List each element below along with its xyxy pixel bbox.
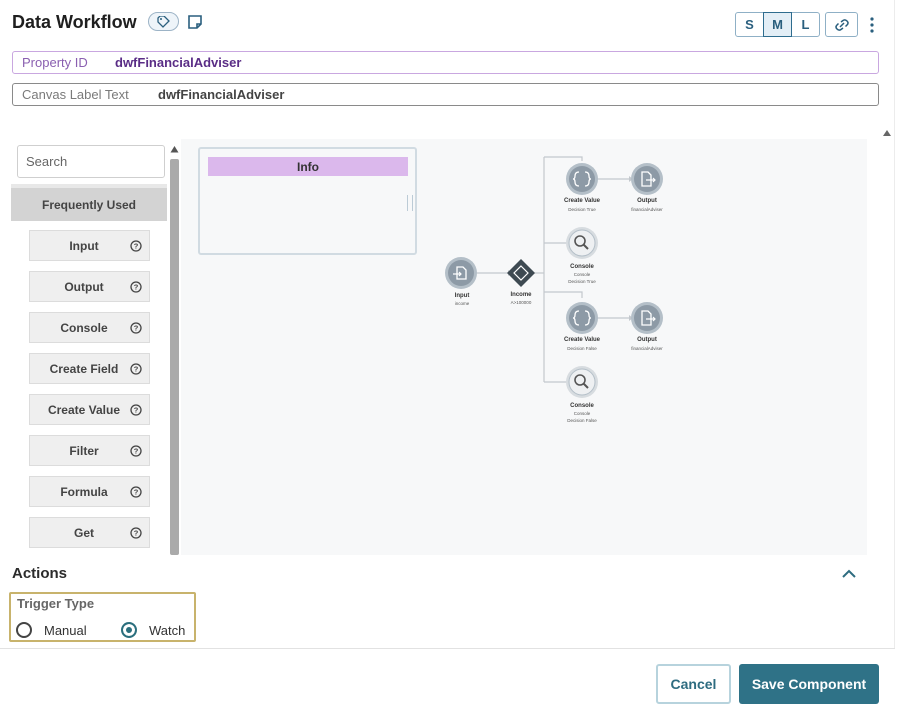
node-label: Create Value bbox=[564, 337, 601, 343]
tag-button[interactable] bbox=[148, 12, 179, 31]
node-input[interactable]: Input income bbox=[445, 257, 477, 306]
link-button[interactable] bbox=[825, 12, 858, 37]
trigger-type-group: Trigger Type Manual Watch bbox=[9, 592, 196, 642]
node-label: Input bbox=[455, 293, 470, 299]
link-icon bbox=[834, 18, 849, 31]
header: Data Workflow S M L bbox=[12, 10, 878, 38]
more-vertical-icon[interactable] bbox=[868, 16, 876, 34]
node-sublabel: Decision False bbox=[567, 346, 597, 351]
canvas-label-field[interactable]: Canvas Label Text dwfFinancialAdviser bbox=[12, 83, 879, 106]
node-create-value-false[interactable]: Create Value Decision False bbox=[564, 302, 601, 351]
radio-watch-label: Watch bbox=[149, 622, 186, 638]
node-sublabel: Console bbox=[574, 411, 591, 416]
canvas-label-value: dwfFinancialAdviser bbox=[158, 87, 285, 102]
node-create-value-true[interactable]: Create Value Decision True bbox=[564, 163, 601, 212]
cancel-button[interactable]: Cancel bbox=[656, 664, 731, 704]
node-sublabel: Decision False bbox=[567, 418, 597, 423]
page-title: Data Workflow bbox=[12, 12, 137, 32]
note-icon[interactable] bbox=[187, 14, 203, 30]
size-s-button[interactable]: S bbox=[735, 12, 764, 37]
radio-manual[interactable]: Manual bbox=[16, 622, 87, 638]
footer-divider bbox=[0, 648, 895, 649]
workflow-canvas[interactable]: Input income Income A>100000 Create Valu… bbox=[11, 139, 867, 555]
node-console-true[interactable]: Console Console Decision True bbox=[566, 227, 598, 284]
node-decision[interactable]: Income A>100000 bbox=[507, 259, 535, 305]
property-id-field[interactable]: Property ID dwfFinancialAdviser bbox=[12, 51, 879, 74]
trigger-type-label: Trigger Type bbox=[17, 596, 95, 611]
tag-icon bbox=[156, 15, 170, 28]
radio-watch[interactable]: Watch bbox=[121, 622, 185, 638]
size-toggle-group: S M L bbox=[735, 12, 820, 37]
node-label: Income bbox=[510, 292, 532, 298]
page-scroll-up-icon[interactable] bbox=[882, 128, 892, 138]
node-sublabel: Decision True bbox=[568, 207, 596, 212]
chevron-up-icon[interactable] bbox=[841, 568, 857, 580]
node-sublabel: financialAdviser bbox=[631, 207, 663, 212]
property-id-label: Property ID bbox=[22, 55, 88, 70]
right-rail bbox=[894, 0, 895, 648]
actions-section-title: Actions bbox=[12, 565, 68, 582]
size-l-button[interactable]: L bbox=[791, 12, 820, 37]
node-sublabel: A>100000 bbox=[511, 300, 532, 305]
radio-manual-label: Manual bbox=[44, 622, 87, 638]
radio-circle[interactable] bbox=[16, 622, 32, 638]
node-label: Output bbox=[637, 337, 657, 343]
node-label: Output bbox=[637, 198, 657, 204]
node-sublabel: Decision True bbox=[568, 279, 596, 284]
node-output-false[interactable]: Output financialAdviser bbox=[631, 302, 663, 351]
node-sublabel: Console bbox=[574, 272, 591, 277]
node-console-false[interactable]: Console Console Decision False bbox=[566, 366, 598, 423]
workflow-builder: Frequently Used Input ? Output ? Console… bbox=[11, 139, 867, 555]
canvas-label-label: Canvas Label Text bbox=[22, 87, 129, 102]
node-label: Console bbox=[570, 403, 594, 409]
node-sublabel: income bbox=[455, 301, 470, 306]
property-id-value: dwfFinancialAdviser bbox=[115, 55, 242, 70]
node-sublabel: financialAdviser bbox=[631, 346, 663, 351]
save-component-button[interactable]: Save Component bbox=[739, 664, 879, 704]
node-output-true[interactable]: Output financialAdviser bbox=[631, 163, 663, 212]
node-label: Console bbox=[570, 264, 594, 270]
flow-connectors bbox=[477, 156, 629, 383]
node-label: Create Value bbox=[564, 198, 601, 204]
radio-circle[interactable] bbox=[121, 622, 137, 638]
size-m-button[interactable]: M bbox=[763, 12, 792, 37]
